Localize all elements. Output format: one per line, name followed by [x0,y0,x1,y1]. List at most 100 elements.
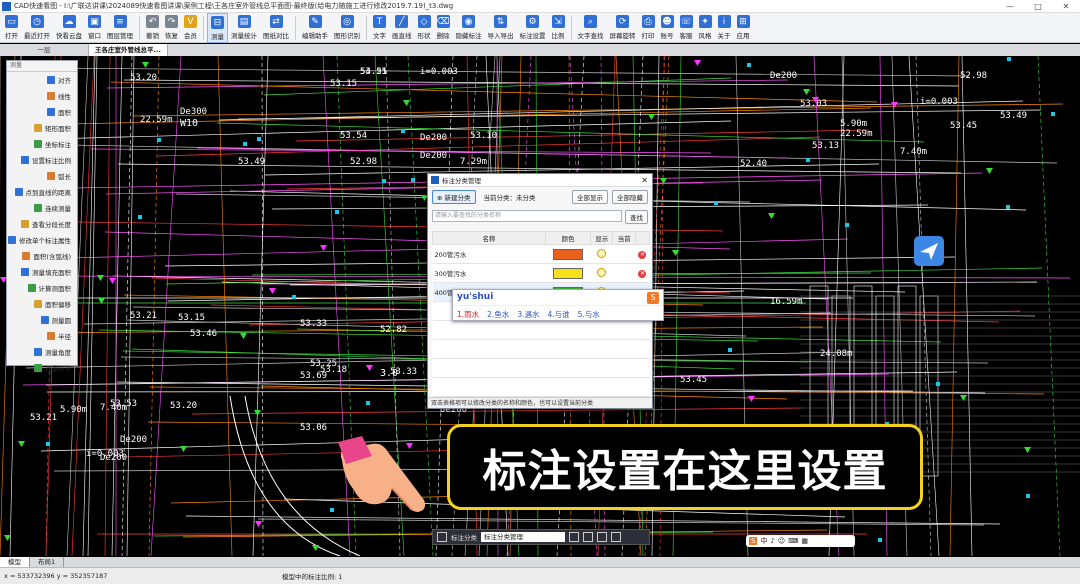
measure-item[interactable]: 面积(含弧线) [7,248,77,264]
measure-item[interactable]: 测量统计 [7,360,77,376]
toolbar-button-10[interactable]: ⇄ 图纸对比 [260,13,292,43]
toolbar-button-label: 删除 [436,32,450,40]
toolbar-button-17[interactable]: ◉ 隐藏标注 [453,13,485,43]
edit-icon[interactable] [569,532,579,542]
toolbar-button-16[interactable]: ⌫ 删除 [434,13,453,43]
current-cell[interactable] [612,263,636,283]
category-color-cell[interactable] [545,263,591,283]
tab-layout1[interactable]: 布局1 [30,557,65,567]
measure-item[interactable]: 测量角度 [7,344,77,360]
delete-icon[interactable] [611,532,621,542]
close-button[interactable]: ✕ [1052,2,1080,11]
cad-line [110,81,878,103]
tab-model[interactable]: 模型 [0,557,30,567]
visibility-toggle-icon[interactable] [597,248,607,258]
toolbar-button-23[interactable]: ⎙ 打印 [639,13,658,43]
toolbar-button-label: 隐藏标注 [455,32,482,40]
measure-item[interactable]: 坐标标注 [7,136,77,152]
toolbar-button-5[interactable]: ↶ 撤销 [143,13,162,43]
table-row[interactable]: 300管污水 ✕ [432,263,650,283]
move-icon[interactable] [583,532,593,542]
search-row: 请输入要查找的分类名称 查找 [428,208,652,226]
measure-item[interactable]: 查看分段长度 [7,216,77,232]
measure-item[interactable]: 计算测面积 [7,280,77,296]
toolbar-button-8[interactable]: ⊟ 测量 [207,13,228,43]
measure-item[interactable]: 面积偏移 [7,296,77,312]
toolbar-button-14[interactable]: ╱ 画直线 [389,13,415,43]
toolbar-button-12[interactable]: ◎ 图形识别 [331,13,363,43]
maximize-button[interactable]: □ [1024,2,1052,11]
copy-icon[interactable] [597,532,607,542]
toolbar-button-6[interactable]: ↷ 恢复 [162,13,181,43]
toolbar-button-18[interactable]: ⇅ 导入导出 [485,13,517,43]
measure-item[interactable]: 修改单个标注属性 [7,232,77,248]
hide-all-button[interactable]: 全部隐藏 [612,189,648,204]
toolbar-button-0[interactable]: ▭ 打开 [2,13,21,43]
navigation-compass-icon[interactable] [914,236,944,266]
ime-candidate[interactable]: 5.与水 [578,309,600,320]
tab-document-1[interactable]: 王各庄室外管线总平... [89,44,168,56]
cad-well [1026,494,1030,498]
tab-document-0[interactable]: 一层 [0,44,89,56]
layers-icon: ≡ [113,15,127,28]
dialog-close-icon[interactable]: ✕ [641,176,648,185]
cad-line [90,148,712,154]
ime-candidate[interactable]: 4.与谁 [547,309,569,320]
measure-item[interactable]: 弧长 [7,168,77,184]
toolbar-button-28[interactable]: ⊞ 应用 [734,13,753,43]
dialog-action-row: ⊕ 新建分类 当前分类：未分类 全部显示 全部隐藏 [428,187,652,204]
toolbar-button-26[interactable]: ✦ 风格 [696,13,715,43]
measure-item[interactable]: 矩形面积 [7,120,77,136]
toolbar-button-24[interactable]: ☻ 账号 [658,13,677,43]
grid-icon[interactable] [437,532,447,542]
ime-candidate[interactable]: 1.雨水 [457,309,479,320]
current-cell[interactable] [612,244,636,264]
measure-item[interactable]: 测量填充面积 [7,264,77,280]
toolbar-button-20[interactable]: ⇲ 比例 [549,13,568,43]
ime-candidate[interactable]: 2.鱼水 [487,309,509,320]
toolbar-button-2[interactable]: ☁ 快看云盘 [53,13,85,43]
show-all-button[interactable]: 全部显示 [572,189,608,204]
measure-item[interactable]: 半径 [7,328,77,344]
delete-category-icon[interactable]: ✕ [638,250,647,259]
toolbar-button-label: 图层管理 [107,32,133,40]
new-category-button[interactable]: ⊕ 新建分类 [432,189,476,204]
toolbar-button-11[interactable]: ✎ 编辑助手 [299,13,331,43]
toolbar-button-15[interactable]: ◇ 形状 [415,13,434,43]
category-name[interactable]: 200管污水 [432,244,546,264]
measure-item[interactable]: 对齐 [7,72,77,88]
toolbar-button-21[interactable]: ⌕ 文字查找 [575,13,607,43]
measure-item-label: 对齐 [58,77,71,85]
table-row[interactable]: 200管污水 ✕ [432,244,650,264]
measure-item[interactable]: 设置标注比例 [7,152,77,168]
stats-icon [34,364,42,372]
ime-candidate[interactable]: 3.遇水 [517,309,539,320]
category-select[interactable]: 标注分类管理 [481,532,565,542]
category-name[interactable]: 300管污水 [432,263,546,283]
toolbar-button-7[interactable]: V 会员 [181,13,200,43]
visibility-toggle-icon[interactable] [597,267,607,277]
measure-item[interactable]: 面积 [7,104,77,120]
toolbar-button-9[interactable]: ▤ 测量统计 [228,13,260,43]
category-color-cell[interactable] [545,244,591,264]
toolbar-button-22[interactable]: ⟳ 屏幕旋转 [607,13,639,43]
measure-item[interactable]: 线性 [7,88,77,104]
toolbar-button-label: 打开 [5,32,18,40]
delete-category-icon[interactable]: ✕ [638,269,647,278]
toolbar-button-4[interactable]: ≡ 图层管理 [104,13,136,43]
toolbar-button-25[interactable]: ☏ 客服 [677,13,696,43]
toolbar-button-3[interactable]: ▣ 窗口 [85,13,104,43]
toolbar-button-1[interactable]: ◷ 最近打开 [21,13,53,43]
color-swatch[interactable] [552,248,583,260]
measure-item[interactable]: 测量圆 [7,312,77,328]
toolbar-button-13[interactable]: T 文字 [370,13,389,43]
category-search-input[interactable]: 请输入要查找的分类名称 [432,210,622,222]
minimize-button[interactable]: — [996,2,1024,11]
measure-item[interactable]: 点到直线的距离 [7,184,77,200]
search-button[interactable]: 查找 [625,210,648,224]
measure-item[interactable]: 连续测量 [7,200,77,216]
ime-status-bar[interactable]: S 中 ♪ ☺ ⌨ ▦ [746,535,855,547]
toolbar-button-27[interactable]: i 关于 [715,13,734,43]
toolbar-button-19[interactable]: ⚙ 标注设置 [517,13,549,43]
color-swatch[interactable] [552,267,583,279]
